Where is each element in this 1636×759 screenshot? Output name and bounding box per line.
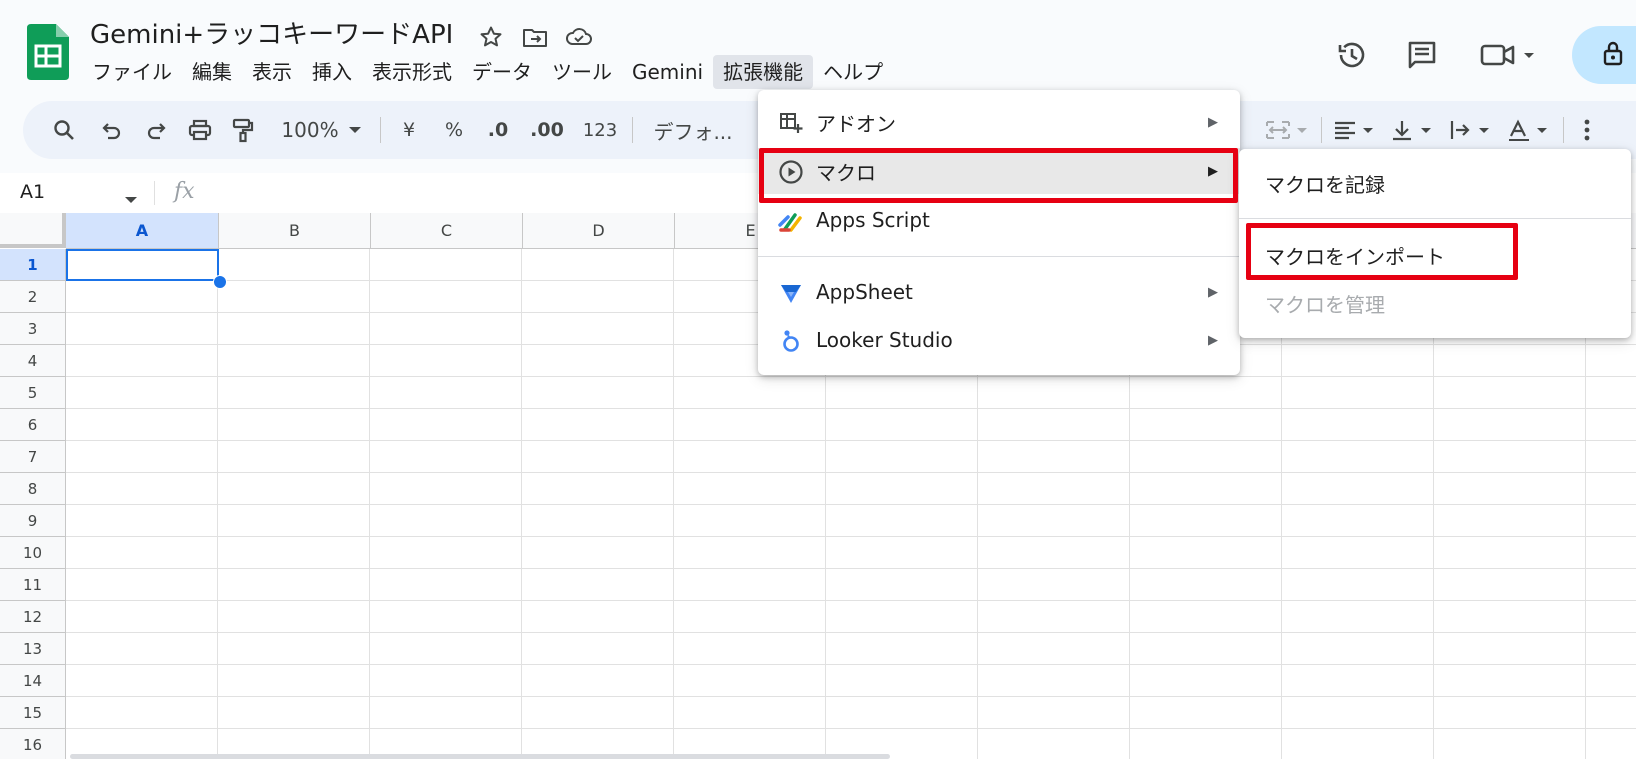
- search-icon[interactable]: [49, 101, 79, 159]
- submenu-arrow-icon: ▶: [1208, 284, 1218, 300]
- extensions-menu: アドオン ▶ マクロ ▶ Apps Script AppSheet ▶ Look…: [758, 90, 1240, 375]
- star-icon[interactable]: [476, 22, 506, 52]
- row-header[interactable]: 2: [0, 281, 66, 313]
- paint-format-icon[interactable]: [228, 101, 258, 159]
- menu-item-appsheet[interactable]: AppSheet ▶: [758, 270, 1240, 314]
- menu-item-label: AppSheet: [816, 280, 913, 304]
- column-header-d[interactable]: D: [523, 213, 675, 249]
- menu-gemini[interactable]: Gemini: [622, 55, 713, 89]
- submenu-arrow-icon: ▶: [1208, 332, 1218, 348]
- menu-format[interactable]: 表示形式: [362, 55, 462, 89]
- menu-file[interactable]: ファイル: [82, 55, 182, 89]
- submenu-arrow-icon: ▶: [1208, 114, 1218, 130]
- name-box[interactable]: A1: [20, 181, 45, 203]
- meet-video-icon[interactable]: [1478, 33, 1542, 77]
- menu-edit[interactable]: 編集: [182, 55, 242, 89]
- decrease-decimal-button[interactable]: .0: [481, 101, 515, 159]
- menu-bar: ファイル 編集 表示 挿入 表示形式 データ ツール Gemini 拡張機能 ヘ…: [82, 55, 893, 89]
- version-history-icon[interactable]: [1330, 33, 1374, 77]
- menu-insert[interactable]: 挿入: [302, 55, 362, 89]
- row-header[interactable]: 6: [0, 409, 66, 441]
- row-header[interactable]: 12: [0, 601, 66, 633]
- select-all-corner[interactable]: [0, 213, 66, 248]
- row-header[interactable]: 1: [0, 249, 66, 281]
- chevron-down-icon[interactable]: [345, 101, 365, 159]
- menu-view[interactable]: 表示: [242, 55, 302, 89]
- number-format-button[interactable]: 123: [578, 101, 622, 159]
- row-header[interactable]: 3: [0, 313, 66, 345]
- share-button[interactable]: [1572, 26, 1636, 84]
- apps-script-icon: [778, 208, 804, 234]
- highlight-box-import-macro: [1246, 223, 1518, 280]
- print-icon[interactable]: [185, 101, 215, 159]
- redo-icon[interactable]: [141, 101, 171, 159]
- menu-item-apps-script[interactable]: Apps Script: [758, 198, 1240, 242]
- undo-icon[interactable]: [97, 101, 127, 159]
- row-header[interactable]: 8: [0, 473, 66, 505]
- menu-item-addons[interactable]: アドオン ▶: [758, 100, 1240, 144]
- row-header[interactable]: 15: [0, 697, 66, 729]
- comments-icon[interactable]: [1400, 33, 1444, 77]
- menu-extensions[interactable]: 拡張機能: [713, 55, 814, 89]
- cloud-saved-icon[interactable]: [564, 22, 594, 52]
- lock-icon: [1602, 40, 1624, 70]
- row-header[interactable]: 9: [0, 505, 66, 537]
- menu-item-record-macro[interactable]: マクロを記録: [1265, 169, 1385, 198]
- sheets-logo-icon[interactable]: [27, 24, 69, 80]
- move-folder-icon[interactable]: [520, 22, 550, 52]
- menu-item-looker-studio[interactable]: Looker Studio ▶: [758, 318, 1240, 362]
- increase-decimal-button[interactable]: .00: [527, 101, 567, 159]
- menu-item-label: アドオン: [816, 111, 896, 136]
- percent-format-button[interactable]: %: [439, 101, 469, 159]
- addon-icon: [778, 110, 804, 136]
- appsheet-icon: [778, 280, 804, 306]
- column-header-b[interactable]: B: [219, 213, 371, 249]
- row-header[interactable]: 11: [0, 569, 66, 601]
- column-header-c[interactable]: C: [371, 213, 523, 249]
- menu-help[interactable]: ヘルプ: [813, 55, 893, 89]
- chevron-down-icon[interactable]: [124, 189, 138, 208]
- fill-handle[interactable]: [213, 275, 227, 289]
- row-header[interactable]: 16: [0, 729, 66, 759]
- horizontal-scrollbar[interactable]: [70, 754, 890, 759]
- currency-format-button[interactable]: ¥: [395, 101, 423, 159]
- highlight-box-macro: [759, 148, 1238, 203]
- document-title[interactable]: Gemini+ラッコキーワードAPI: [90, 18, 453, 52]
- menu-item-label: Apps Script: [816, 208, 930, 232]
- row-header[interactable]: 14: [0, 665, 66, 697]
- looker-studio-icon: [778, 328, 804, 354]
- row-header[interactable]: 10: [0, 537, 66, 569]
- row-header[interactable]: 7: [0, 441, 66, 473]
- row-header[interactable]: 13: [0, 633, 66, 665]
- menu-data[interactable]: データ: [462, 55, 542, 89]
- column-header-a[interactable]: A: [66, 213, 219, 249]
- row-header[interactable]: 5: [0, 377, 66, 409]
- zoom-select[interactable]: 100%: [277, 101, 343, 159]
- menu-tools[interactable]: ツール: [542, 55, 622, 89]
- row-header[interactable]: 4: [0, 345, 66, 377]
- font-family-select[interactable]: デフォ...: [643, 101, 743, 159]
- menu-item-label: Looker Studio: [816, 328, 953, 352]
- menu-item-manage-macros: マクロを管理: [1265, 293, 1385, 317]
- fx-icon: fx: [174, 179, 195, 204]
- active-cell-a1[interactable]: [66, 249, 219, 281]
